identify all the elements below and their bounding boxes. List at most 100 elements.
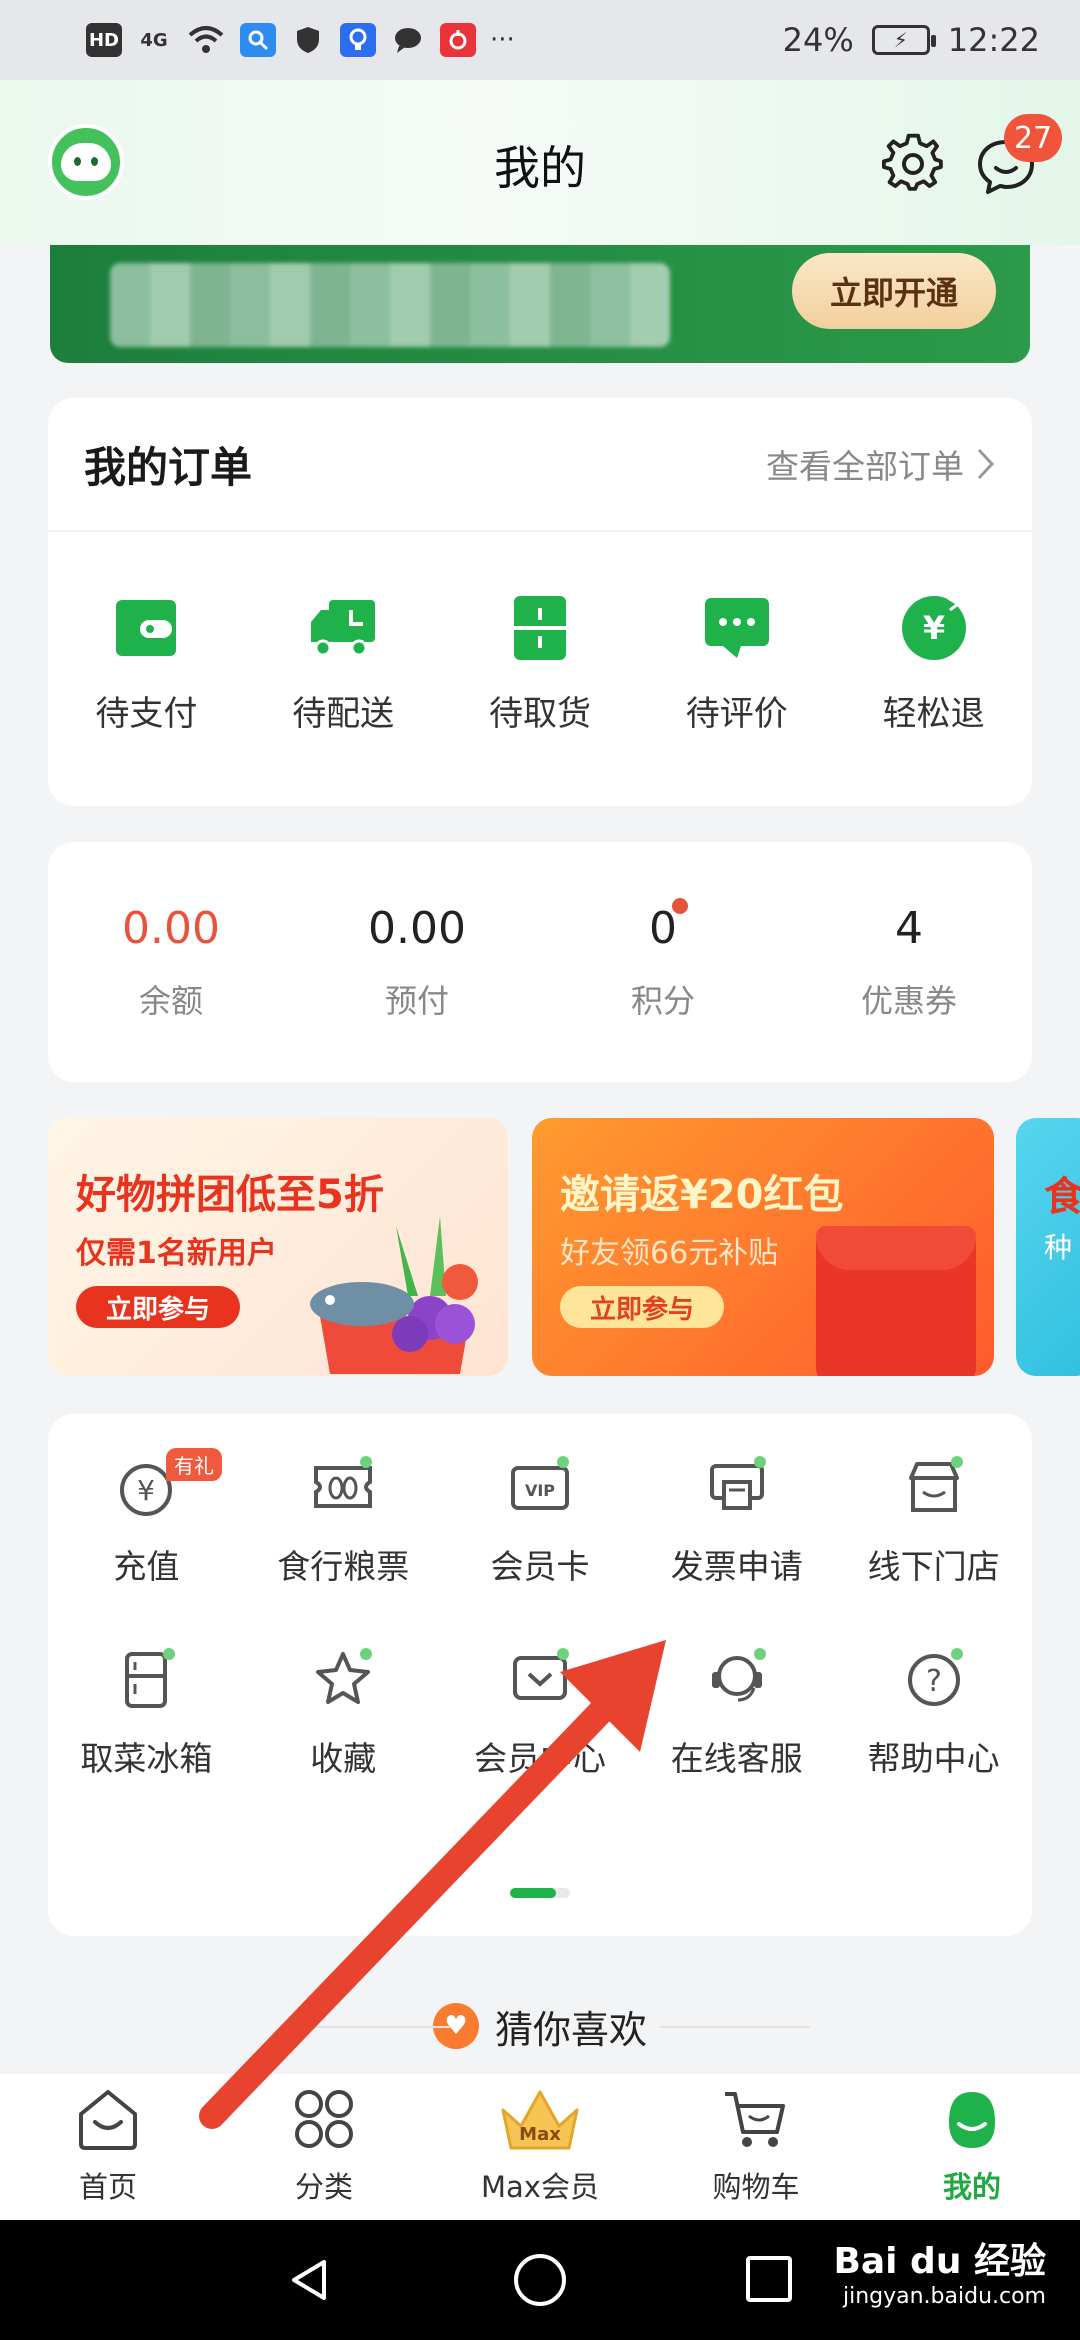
balance-stat[interactable]: 0.00 余额 bbox=[48, 842, 294, 1082]
red-envelope-icon bbox=[816, 1226, 976, 1376]
promo-invite-red-packet[interactable]: 邀请返¥20红包 好友领66元补贴 立即参与 bbox=[532, 1118, 994, 1376]
svg-text:¥: ¥ bbox=[922, 609, 944, 647]
vegetable-basket-icon bbox=[310, 1216, 478, 1374]
divider bbox=[660, 2026, 810, 2028]
cart-icon bbox=[725, 2092, 785, 2147]
points-label: 积分 bbox=[630, 981, 695, 1020]
bulb-icon bbox=[340, 23, 376, 57]
nav-label: 首页 bbox=[78, 2170, 137, 2204]
prepaid-label: 预付 bbox=[384, 981, 449, 1020]
truck-icon bbox=[311, 600, 376, 657]
order-label: 待配送 bbox=[292, 694, 395, 734]
points-stat[interactable]: 0 积分 bbox=[540, 842, 786, 1082]
service-label: 发票申请 bbox=[670, 1547, 803, 1586]
profile-header: 我的 27 bbox=[0, 80, 1080, 245]
home-icon bbox=[79, 2090, 137, 2150]
promo-group-buy[interactable]: 好物拼团低至5折 仅需1名新用户 立即参与 bbox=[48, 1118, 508, 1376]
service-pickup-fridge[interactable]: 取菜冰箱 bbox=[48, 1646, 245, 1780]
page-indicator bbox=[510, 1888, 570, 1898]
battery-percent: 24% bbox=[782, 21, 854, 59]
signal-icon: 4G bbox=[140, 29, 168, 51]
service-label: 会员卡 bbox=[490, 1547, 590, 1586]
promo-subtitle: 好友领66元补贴 bbox=[560, 1236, 779, 1271]
store-icon bbox=[908, 1456, 963, 1512]
message-count-badge: 27 bbox=[1004, 114, 1063, 162]
service-recharge[interactable]: ¥ 有礼 充值 bbox=[48, 1448, 245, 1588]
promo-join-button[interactable]: 立即参与 bbox=[76, 1286, 240, 1328]
chevron-right-icon bbox=[977, 448, 995, 480]
help-icon: ? bbox=[907, 1648, 963, 1706]
order-easy-return[interactable]: ¥ 轻松退 bbox=[844, 592, 1024, 735]
service-favorites[interactable]: 收藏 bbox=[245, 1646, 442, 1780]
nav-max-member[interactable]: Max Max会员 bbox=[432, 2074, 648, 2220]
coupons-value: 4 bbox=[895, 902, 923, 954]
recent-apps-icon[interactable] bbox=[746, 2256, 792, 2302]
fridge-icon bbox=[125, 1648, 176, 1708]
invoice-icon bbox=[709, 1456, 766, 1510]
status-bar: HD 4G ··· 24% ⚡ 12:22 bbox=[0, 0, 1080, 80]
order-pending-pickup[interactable]: 待取货 bbox=[450, 592, 630, 735]
promo-partial[interactable]: 食 种 bbox=[1016, 1118, 1080, 1376]
promo-title: 邀请返¥20红包 bbox=[560, 1172, 844, 1218]
hd-icon: HD bbox=[86, 23, 122, 57]
baidu-watermark: Bai du 经验 jingyan.baidu.com bbox=[833, 2244, 1046, 2308]
comment-icon bbox=[704, 598, 769, 658]
member-center-icon bbox=[512, 1648, 569, 1700]
view-all-orders-link[interactable]: 查看全部订单 bbox=[766, 440, 996, 488]
nav-label: 购物车 bbox=[712, 2170, 800, 2204]
back-icon[interactable] bbox=[286, 2256, 334, 2304]
system-nav-bar: Bai du 经验 jingyan.baidu.com bbox=[0, 2220, 1080, 2340]
balance-label: 余额 bbox=[138, 981, 203, 1020]
gear-icon[interactable] bbox=[882, 132, 946, 196]
member-banner[interactable]: 立即开通 bbox=[50, 245, 1030, 363]
battery-icon: ⚡ bbox=[871, 25, 936, 55]
nav-profile[interactable]: 我的 bbox=[864, 2074, 1080, 2220]
prepaid-value: 0.00 bbox=[368, 902, 466, 954]
service-label: 充值 bbox=[113, 1547, 180, 1586]
promo-subtitle: 种 bbox=[1044, 1231, 1073, 1264]
nav-category[interactable]: 分类 bbox=[216, 2074, 432, 2220]
order-pending-delivery[interactable]: 待配送 bbox=[253, 592, 433, 735]
bottom-nav: 首页 分类 Max Max会员 购物车 我的 bbox=[0, 2074, 1080, 2220]
open-membership-button[interactable]: 立即开通 bbox=[792, 253, 996, 329]
order-pending-review[interactable]: 待评价 bbox=[647, 592, 827, 735]
balance-value: 0.00 bbox=[122, 902, 220, 954]
order-label: 待支付 bbox=[95, 694, 198, 734]
service-label: 取菜冰箱 bbox=[80, 1739, 213, 1778]
prepaid-stat[interactable]: 0.00 预付 bbox=[294, 842, 540, 1082]
service-member-center[interactable]: 会员中心 bbox=[442, 1646, 639, 1780]
service-offline-store[interactable]: 线下门店 bbox=[835, 1454, 1032, 1588]
promo-join-button[interactable]: 立即参与 bbox=[560, 1286, 724, 1328]
service-food-ticket[interactable]: 食行粮票 bbox=[245, 1454, 442, 1588]
service-label: 在线客服 bbox=[670, 1739, 803, 1778]
order-label: 待取货 bbox=[488, 694, 591, 734]
coupons-stat[interactable]: 4 优惠券 bbox=[786, 842, 1032, 1082]
star-icon bbox=[316, 1648, 373, 1704]
nav-home[interactable]: 首页 bbox=[0, 2074, 216, 2220]
service-label: 线下门店 bbox=[867, 1547, 1000, 1586]
headset-icon bbox=[711, 1648, 766, 1702]
nav-cart[interactable]: 购物车 bbox=[648, 2074, 864, 2220]
svg-text:?: ? bbox=[926, 1664, 942, 1699]
orders-title: 我的订单 bbox=[84, 442, 253, 492]
vip-card-icon: VIP bbox=[510, 1456, 569, 1510]
crown-icon: Max bbox=[501, 2090, 579, 2150]
services-card: ¥ 有礼 充值 食行粮票 VIP 会员卡 发票申请 线下门店 取菜冰箱 收藏 会… bbox=[48, 1414, 1032, 1936]
service-online-support[interactable]: 在线客服 bbox=[638, 1646, 835, 1780]
svg-text:VIP: VIP bbox=[525, 1481, 555, 1500]
more-notifications-icon: ··· bbox=[490, 25, 515, 55]
order-pending-payment[interactable]: 待支付 bbox=[56, 592, 236, 735]
wallet-icon bbox=[116, 600, 177, 656]
service-help-center[interactable]: ? 帮助中心 bbox=[835, 1646, 1032, 1780]
service-vip-card[interactable]: VIP 会员卡 bbox=[442, 1454, 639, 1588]
svg-text:¥: ¥ bbox=[137, 1474, 155, 1507]
watermark-url: jingyan.baidu.com bbox=[842, 2284, 1046, 2309]
message-app-icon bbox=[390, 23, 426, 57]
refund-icon: ¥ bbox=[901, 596, 966, 660]
home-button-icon[interactable] bbox=[514, 2254, 566, 2306]
box-icon bbox=[513, 596, 566, 660]
gift-tag: 有礼 bbox=[166, 1448, 222, 1481]
profile-icon bbox=[949, 2092, 995, 2148]
service-invoice-application[interactable]: 发票申请 bbox=[638, 1454, 835, 1588]
crown-label: Max bbox=[519, 2124, 561, 2145]
